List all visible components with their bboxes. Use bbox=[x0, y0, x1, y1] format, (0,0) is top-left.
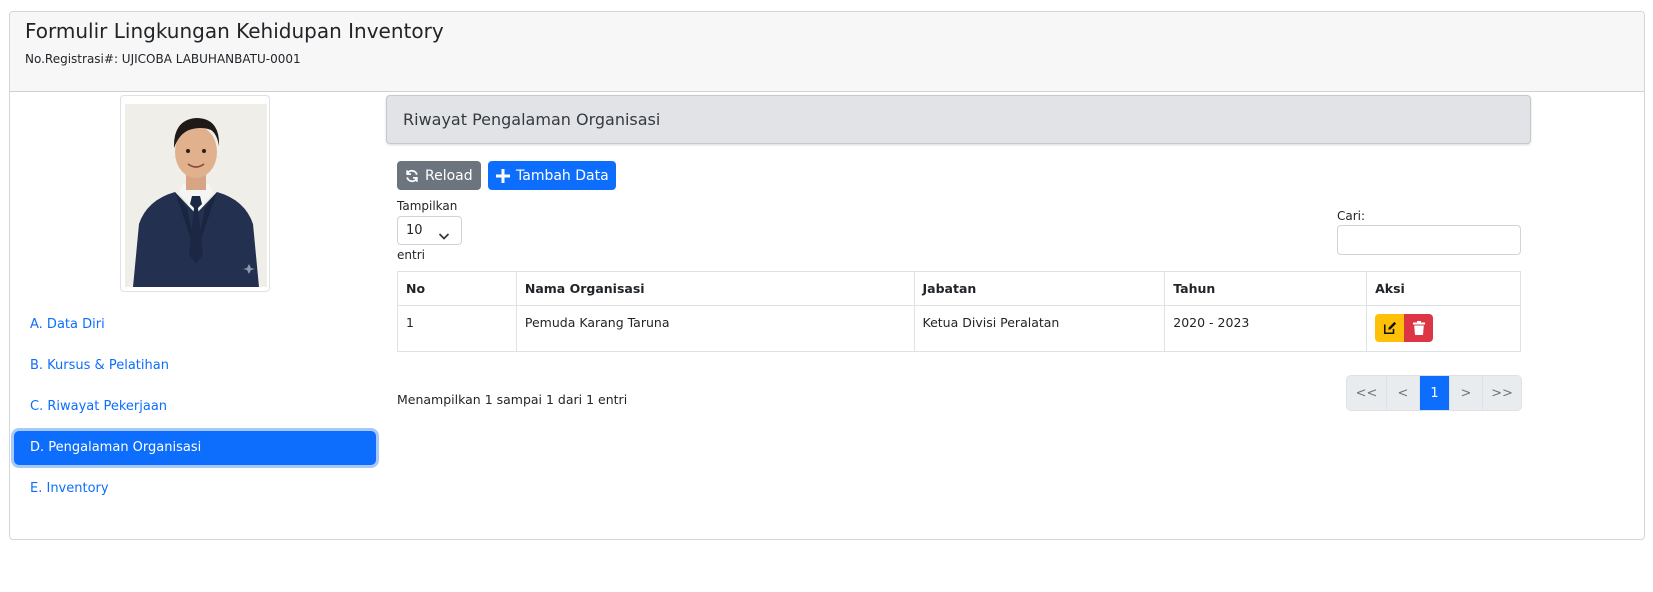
edit-button[interactable] bbox=[1375, 314, 1405, 342]
sidebar-item-data-diri[interactable]: A. Data Diri bbox=[14, 308, 376, 342]
sidebar-item-pengalaman-organisasi[interactable]: D. Pengalaman Organisasi bbox=[14, 431, 376, 465]
sync-icon bbox=[405, 169, 419, 183]
length-select[interactable]: 10 bbox=[397, 216, 462, 245]
column-header-jabatan[interactable]: Jabatan bbox=[913, 271, 1166, 306]
edit-icon bbox=[1383, 321, 1396, 335]
card-header: Formulir Lingkungan Kehidupan Inventory … bbox=[10, 12, 1644, 92]
cell-aksi bbox=[1366, 305, 1521, 352]
table-info: Menampilkan 1 sampai 1 dari 1 entri bbox=[397, 392, 628, 407]
column-header-tahun[interactable]: Tahun bbox=[1164, 271, 1368, 306]
column-header-no[interactable]: No bbox=[397, 271, 517, 306]
trash-icon bbox=[1412, 321, 1425, 335]
add-data-button[interactable]: Tambah Data bbox=[488, 161, 616, 190]
sidebar-item-riwayat-pekerjaan[interactable]: C. Riwayat Pekerjaan bbox=[14, 390, 376, 424]
cell-nama-organisasi: Pemuda Karang Taruna bbox=[515, 305, 915, 352]
section-title: Riwayat Pengalaman Organisasi bbox=[403, 110, 661, 129]
length-suffix: entri bbox=[397, 248, 425, 262]
delete-button[interactable] bbox=[1404, 314, 1434, 342]
reload-label: Reload bbox=[425, 167, 473, 184]
section-header: Riwayat Pengalaman Organisasi bbox=[386, 95, 1531, 144]
table-row: 1 Pemuda Karang Taruna Ketua Divisi Pera… bbox=[397, 305, 1521, 352]
page-last-button[interactable]: >> bbox=[1483, 376, 1521, 410]
chevron-down-icon bbox=[438, 225, 450, 252]
page-title: Formulir Lingkungan Kehidupan Inventory bbox=[25, 19, 444, 43]
cell-jabatan: Ketua Divisi Peralatan bbox=[913, 305, 1166, 352]
plus-icon bbox=[496, 168, 510, 183]
page-first-button[interactable]: << bbox=[1347, 376, 1387, 410]
column-header-aksi: Aksi bbox=[1366, 271, 1521, 306]
table-header-row: No Nama Organisasi Jabatan Tahun Aksi bbox=[397, 271, 1521, 306]
sidebar-item-kursus-pelatihan[interactable]: B. Kursus & Pelatihan bbox=[14, 349, 376, 383]
sidebar-item-inventory[interactable]: E. Inventory bbox=[14, 472, 376, 506]
length-select-value: 10 bbox=[406, 223, 423, 238]
search-input[interactable] bbox=[1337, 225, 1521, 255]
pagination: << < 1 > >> bbox=[1346, 375, 1522, 411]
person-avatar-icon bbox=[125, 104, 267, 287]
search-label: Cari: bbox=[1337, 209, 1366, 223]
column-header-nama-organisasi[interactable]: Nama Organisasi bbox=[515, 271, 915, 306]
cell-no: 1 bbox=[397, 305, 517, 352]
sidebar-nav: A. Data Diri B. Kursus & Pelatihan C. Ri… bbox=[14, 308, 376, 513]
page-prev-button[interactable]: < bbox=[1387, 376, 1420, 410]
page-next-button[interactable]: > bbox=[1450, 376, 1483, 410]
organization-table: No Nama Organisasi Jabatan Tahun Aksi 1 … bbox=[397, 271, 1521, 352]
length-label: Tampilkan bbox=[397, 199, 458, 213]
registration-number: No.Registrasi#: UJICOBA LABUHANBATU-0001 bbox=[25, 52, 301, 66]
profile-photo bbox=[120, 95, 270, 292]
add-data-label: Tambah Data bbox=[516, 167, 609, 184]
page-current-button[interactable]: 1 bbox=[1420, 376, 1450, 410]
cell-tahun: 2020 - 2023 bbox=[1164, 305, 1368, 352]
reload-button[interactable]: Reload bbox=[397, 161, 481, 190]
